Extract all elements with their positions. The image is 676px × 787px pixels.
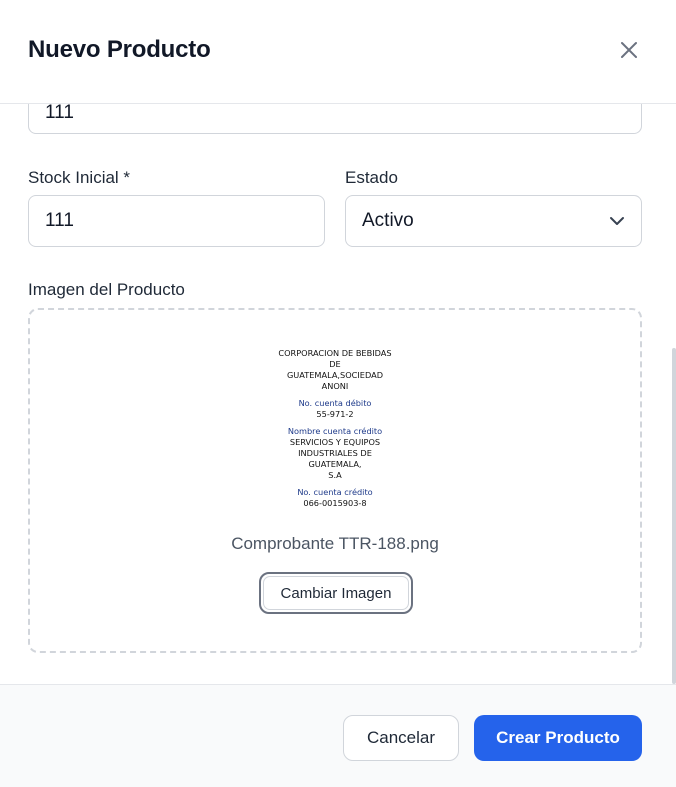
change-image-button[interactable]: Cambiar Imagen	[259, 572, 413, 614]
estado-value: Activo	[362, 210, 414, 231]
cancel-button[interactable]: Cancelar	[343, 715, 459, 761]
image-preview: Nombre cuenta débitoCORPORACION DE BEBID…	[276, 346, 394, 508]
preview-line: 55-971-2	[316, 409, 354, 419]
chevron-down-icon	[610, 217, 624, 225]
modal-title: Nuevo Producto	[28, 36, 211, 63]
close-icon	[621, 42, 637, 58]
modal-footer: Cancelar Crear Producto	[0, 684, 676, 787]
image-filename: Comprobante TTR-188.png	[231, 534, 439, 553]
estado-label: Estado	[345, 168, 398, 187]
preview-line: No. cuenta débito	[298, 398, 372, 408]
modal-header: Nuevo Producto	[0, 0, 676, 104]
image-dropzone[interactable]: Nombre cuenta débitoCORPORACION DE BEBID…	[28, 308, 642, 653]
close-button[interactable]	[616, 37, 642, 63]
change-image-label: Cambiar Imagen	[263, 576, 409, 610]
new-product-modal: Nuevo Producto 111 Stock Inicial * 111 E…	[0, 0, 676, 787]
estado-select[interactable]: Activo	[345, 195, 642, 247]
preview-line: INDUSTRIALES DE GUATEMALA,	[298, 448, 372, 469]
preview-line: CORPORACION DE BEBIDAS DE	[278, 348, 392, 369]
stock-input[interactable]: 111	[28, 195, 325, 247]
preview-line: GUATEMALA,SOCIEDAD ANONI	[286, 370, 384, 391]
scrollbar[interactable]	[672, 348, 676, 684]
preview-line: Nombre cuenta crédito	[287, 426, 383, 436]
create-product-button[interactable]: Crear Producto	[474, 715, 642, 761]
modal-body: 111 Stock Inicial * 111 Estado Activo Im…	[0, 104, 676, 684]
preview-line: S.A	[328, 470, 342, 480]
image-label: Imagen del Producto	[28, 280, 185, 299]
previous-field-value: 111	[45, 104, 74, 123]
stock-label: Stock Inicial *	[28, 168, 131, 187]
preview-line: SERVICIOS Y EQUIPOS	[289, 437, 381, 447]
preview-line: No. cuenta crédito	[297, 487, 373, 497]
preview-line: 066-0015903-8	[303, 498, 367, 508]
previous-field-input[interactable]: 111	[28, 104, 642, 134]
stock-value: 111	[45, 210, 74, 231]
